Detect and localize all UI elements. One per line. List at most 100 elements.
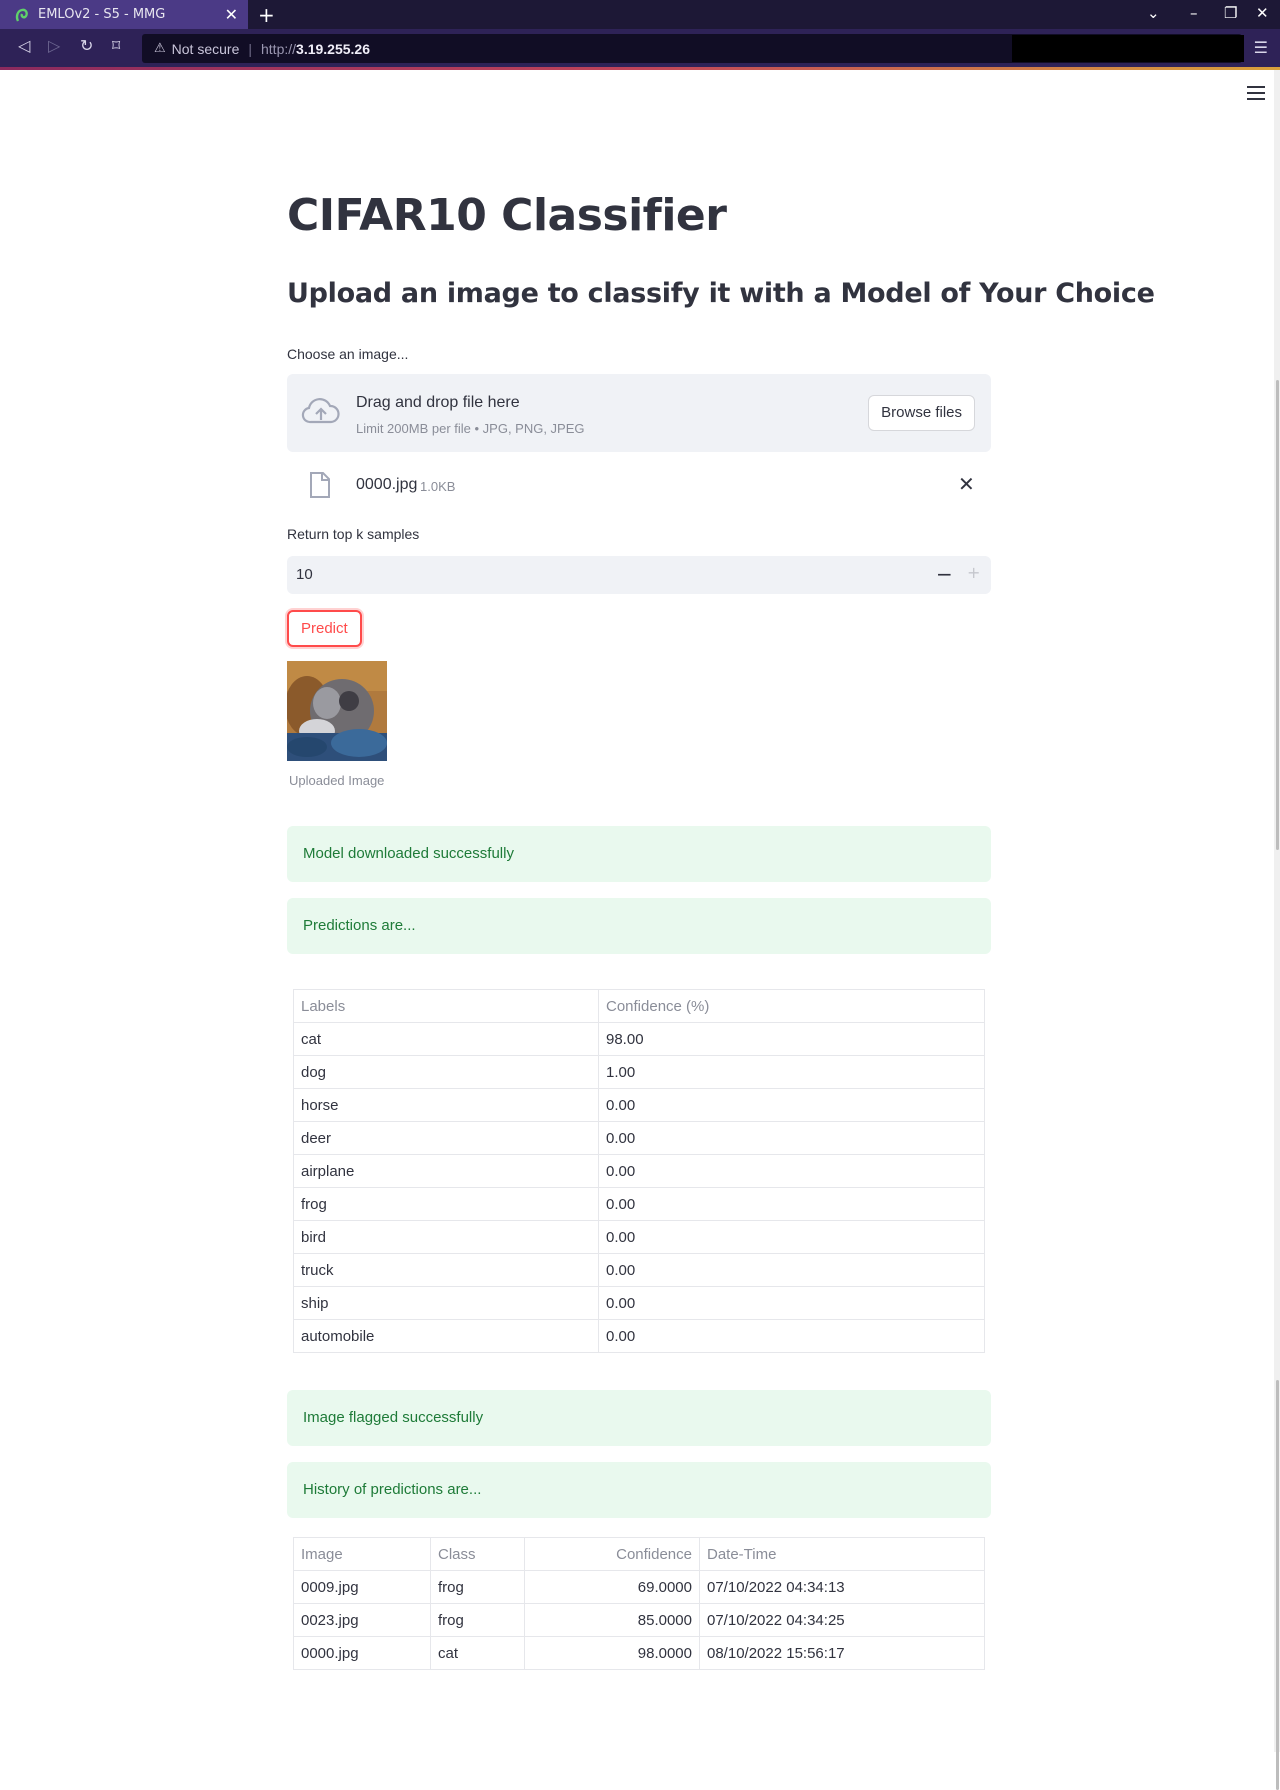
table-cell: 85.0000 [524,1603,700,1637]
browse-files-button[interactable]: Browse files [868,395,975,431]
table-cell: 08/10/2022 15:56:17 [699,1636,985,1670]
table-cell: 0.00 [598,1088,985,1122]
file-dropzone[interactable]: Drag and drop file here Limit 200MB per … [287,374,991,452]
file-size: 1.0KB [420,479,456,494]
scrollbar[interactable] [1274,70,1280,1790]
alert-text: History of predictions are... [303,1481,482,1498]
progress-underline [0,67,1280,70]
predictions-alert: Predictions are... [287,898,991,954]
forward-icon[interactable]: ▷ [48,36,60,55]
remove-file-icon[interactable]: ✕ [958,472,975,496]
image-caption: Uploaded Image [289,773,385,788]
alert-text: Model downloaded successfully [303,845,514,862]
page-title: CIFAR10 Classifier [287,190,727,241]
table-cell: deer [293,1121,599,1155]
history-table: Image Class Confidence Date-Time 0009.jp… [293,1537,985,1670]
table-cell: 0023.jpg [293,1603,431,1637]
table-cell: 0.00 [598,1187,985,1221]
tab-list-chevron-icon[interactable]: ⌄ [1147,4,1160,22]
table-cell: 98.0000 [524,1636,700,1670]
url-separator: | [248,40,252,57]
flagged-alert: Image flagged successfully [287,1390,991,1446]
column-header: Confidence [524,1537,700,1571]
uploader-label: Choose an image... [287,346,409,362]
column-header: Labels [293,989,599,1023]
file-icon [310,472,330,498]
table-cell: cat [293,1022,599,1056]
table-row: airplane 0.00 [293,1154,985,1188]
table-cell: 0.00 [598,1220,985,1254]
table-cell: 07/10/2022 04:34:25 [699,1603,985,1637]
table-cell: 1.00 [598,1055,985,1089]
back-icon[interactable]: ◁ [18,36,30,55]
url-protocol: http:// [261,40,297,57]
column-header: Date-Time [699,1537,985,1571]
topk-value[interactable]: 10 [296,566,313,583]
column-header: Confidence (%) [598,989,985,1023]
predictions-table: Labels Confidence (%) cat 98.00 dog 1.00 hor… [293,989,985,1353]
increment-button[interactable]: + [967,563,980,582]
table-cell: horse [293,1088,599,1122]
upload-cloud-icon [301,398,340,424]
table-cell: 0.00 [598,1286,985,1320]
alert-text: Image flagged successfully [303,1409,484,1426]
table-row: bird 0.00 [293,1220,985,1254]
column-header: Image [293,1537,431,1571]
table-row: ship 0.00 [293,1286,985,1320]
table-header-row: Labels Confidence (%) [293,989,985,1023]
table-row: truck 0.00 [293,1253,985,1287]
minimize-icon[interactable]: – [1190,4,1198,22]
table-cell: truck [293,1253,599,1287]
uploaded-image [287,661,387,761]
table-cell: 0000.jpg [293,1636,431,1670]
url-host: 3.19.255.26 [296,40,370,57]
warning-icon: ⚠ [154,41,166,56]
reload-icon[interactable]: ↻ [80,36,93,55]
table-row: 0000.jpg cat 98.0000 08/10/2022 15:56:17 [293,1636,985,1670]
table-cell: 69.0000 [524,1570,700,1604]
redacted-area [1012,35,1244,62]
table-row: automobile 0.00 [293,1319,985,1353]
table-cell: automobile [293,1319,599,1353]
browser-tab[interactable]: EMLOv2 - S5 - MMG ✕ [0,0,248,29]
table-row: frog 0.00 [293,1187,985,1221]
bookmark-icon[interactable]: ⌑ [112,36,120,55]
predict-button[interactable]: Predict [287,610,362,647]
table-cell: 0.00 [598,1121,985,1155]
dropzone-limit: Limit 200MB per file • JPG, PNG, JPEG [356,421,585,436]
scrollbar-thumb-secondary[interactable] [1276,1380,1279,1790]
table-row: dog 1.00 [293,1055,985,1089]
restore-icon[interactable]: ❐ [1224,4,1237,22]
table-cell: 0009.jpg [293,1570,431,1604]
topk-number-input[interactable]: 10 − + [287,556,991,594]
app-menu-icon[interactable] [1247,86,1265,100]
site-favicon-icon [15,8,28,22]
table-cell: ship [293,1286,599,1320]
table-row: 0009.jpg frog 69.0000 07/10/2022 04:34:13 [293,1570,985,1604]
table-cell: dog [293,1055,599,1089]
table-row: cat 98.00 [293,1022,985,1056]
new-tab-icon[interactable]: + [258,3,275,27]
window-close-icon[interactable]: ✕ [1256,4,1269,22]
tab-title: EMLOv2 - S5 - MMG [38,7,166,22]
tab-close-icon[interactable]: ✕ [225,5,238,24]
browser-tab-bar: EMLOv2 - S5 - MMG ✕ + ⌄ – ❐ ✕ [0,0,1280,29]
security-label: Not secure [171,40,240,57]
table-cell: frog [430,1570,525,1604]
table-cell: 0.00 [598,1253,985,1287]
table-cell: cat [430,1636,525,1670]
file-name: 0000.jpg [356,476,418,493]
scrollbar-thumb[interactable] [1276,380,1279,850]
table-header-row: Image Class Confidence Date-Time [293,1537,985,1571]
table-cell: frog [430,1603,525,1637]
table-cell: 98.00 [598,1022,985,1056]
browser-menu-icon[interactable]: ☰ [1254,38,1268,57]
table-cell: airplane [293,1154,599,1188]
table-cell: 0.00 [598,1154,985,1188]
dropzone-title: Drag and drop file here [356,394,520,411]
model-downloaded-alert: Model downloaded successfully [287,826,991,882]
history-alert: History of predictions are... [287,1462,991,1518]
decrement-button[interactable]: − [936,562,953,586]
uploaded-file-row: 0000.jpg 1.0KB ✕ [287,462,991,510]
table-cell: bird [293,1220,599,1254]
